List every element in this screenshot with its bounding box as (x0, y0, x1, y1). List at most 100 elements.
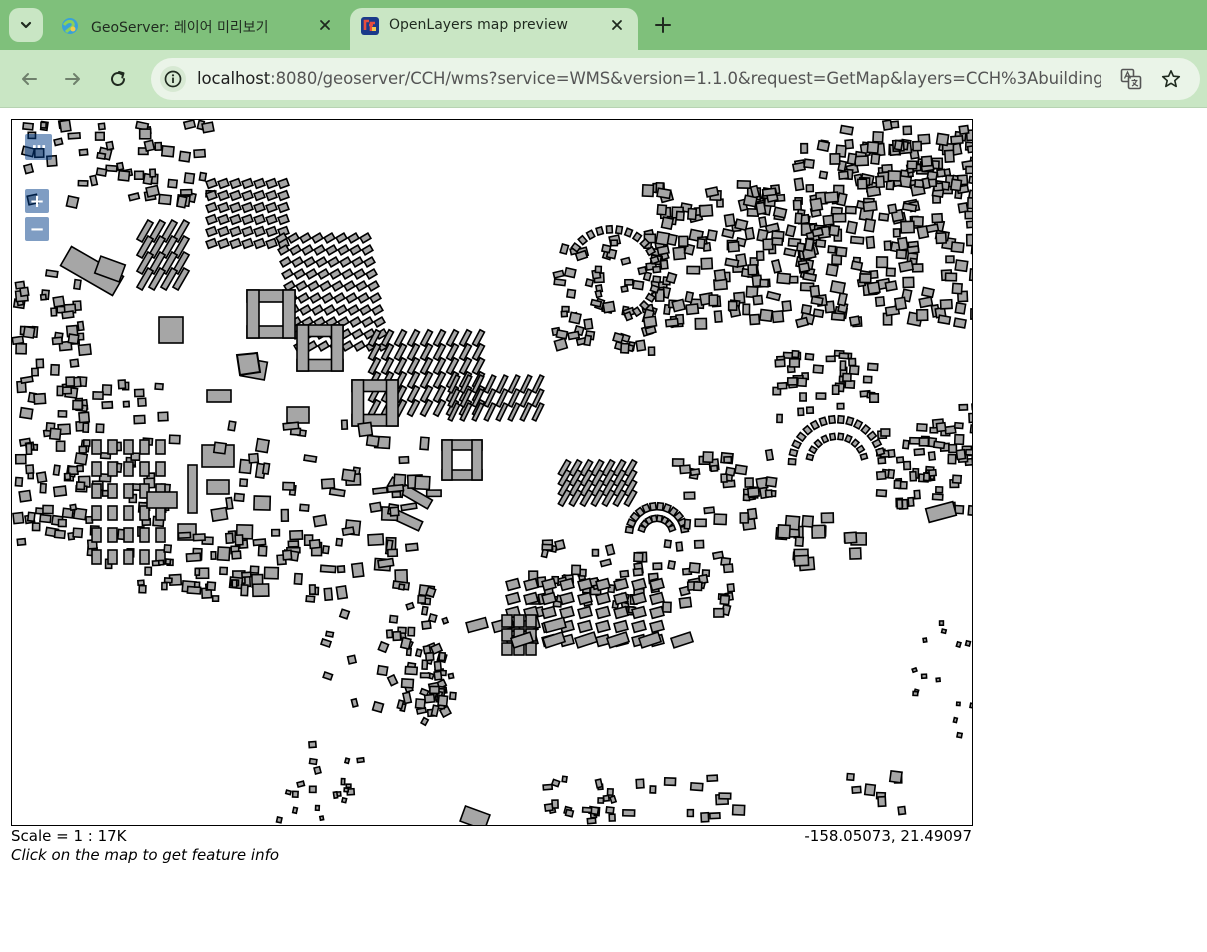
building-footprint (706, 229, 718, 242)
building-footprint (776, 413, 783, 424)
building-footprint (813, 438, 824, 449)
building-footprint (309, 292, 322, 304)
building-footprint (762, 238, 774, 251)
building-footprint (949, 178, 963, 192)
building-footprint (856, 178, 868, 190)
building-footprint (414, 648, 423, 658)
building-footprint (568, 311, 582, 325)
building-footprint (419, 672, 431, 679)
reload-button[interactable] (103, 64, 133, 94)
back-button[interactable] (14, 64, 44, 94)
building-footprint (613, 577, 629, 592)
building-footprint (599, 558, 613, 568)
building-footprint (875, 256, 889, 269)
building-footprint (133, 414, 146, 425)
building-footprint (91, 549, 102, 565)
building-footprint (146, 491, 178, 509)
building-footprint (913, 447, 926, 457)
site-info-button[interactable] (160, 66, 186, 92)
building-footprint (755, 201, 767, 216)
building-footprint (397, 583, 406, 591)
building-footprint (69, 503, 78, 512)
layer-switcher-toggle-button[interactable]: ··· (25, 134, 52, 160)
building-footprint (966, 144, 972, 154)
building-footprint (837, 170, 850, 180)
plus-icon (655, 17, 671, 33)
building-footprint (201, 121, 215, 134)
building-footprint (542, 783, 554, 791)
tab-openlayers-preview[interactable]: OpenLayers map preview (350, 8, 638, 50)
building-footprint (400, 502, 418, 512)
building-footprint (419, 370, 434, 390)
building-footprint (739, 512, 750, 524)
building-footprint (866, 430, 878, 442)
zoom-in-button[interactable]: + (25, 189, 49, 213)
building-footprint (791, 161, 807, 173)
building-footprint (19, 286, 30, 298)
building-footprint (943, 149, 955, 163)
building-footprint (296, 324, 310, 372)
building-footprint (253, 225, 266, 238)
building-footprint (343, 787, 350, 793)
building-footprint (683, 518, 692, 530)
building-footprint (73, 278, 82, 291)
building-footprint (652, 265, 662, 274)
building-footprint (845, 220, 858, 235)
building-footprint (179, 188, 193, 196)
building-footprint (605, 631, 631, 649)
building-footprint (971, 446, 972, 459)
building-footprint (421, 659, 429, 671)
building-footprint (501, 642, 513, 656)
building-footprint (765, 476, 778, 488)
zoom-out-button[interactable]: − (25, 217, 49, 241)
bookmark-button[interactable] (1159, 67, 1183, 91)
building-footprint (465, 616, 489, 634)
building-footprint (229, 213, 242, 226)
building-footprint (445, 342, 460, 362)
building-footprint (160, 145, 175, 158)
building-footprint (133, 388, 145, 398)
building-footprint (731, 804, 746, 816)
building-footprint (241, 201, 254, 214)
building-footprint (965, 219, 972, 229)
translate-button[interactable] (1119, 67, 1143, 91)
building-footprint (154, 141, 163, 152)
building-footprint (874, 296, 886, 307)
building-footprint (239, 478, 249, 488)
building-footprint (265, 189, 278, 202)
map-viewport[interactable]: ··· + − (11, 119, 973, 826)
building-footprint (928, 468, 937, 477)
building-footprint (163, 543, 173, 554)
tab-geoserver[interactable]: GeoServer: 레이어 미리보기 (52, 8, 346, 50)
building-footprint (74, 452, 89, 466)
close-tab-button[interactable] (314, 14, 336, 36)
building-footprint (850, 260, 864, 272)
building-footprint (921, 177, 931, 190)
building-footprints-layer[interactable] (12, 120, 973, 826)
building-footprint (796, 377, 808, 388)
building-footprint (353, 340, 366, 352)
building-footprint (229, 237, 242, 250)
building-footprint (346, 654, 358, 665)
building-footprint (619, 342, 630, 354)
building-footprint (101, 400, 114, 410)
building-footprint (35, 471, 48, 484)
building-footprint (123, 549, 134, 565)
building-footprint (883, 240, 892, 251)
address-bar[interactable]: localhost:8080/geoserver/CCH/wms?service… (151, 58, 1200, 100)
building-footprint (296, 780, 306, 789)
building-footprint (573, 631, 599, 649)
building-footprint (297, 292, 310, 304)
building-footprint (811, 524, 826, 539)
tab-search-button[interactable] (9, 8, 43, 42)
new-tab-button[interactable] (650, 12, 676, 38)
building-footprint (803, 158, 815, 169)
building-footprint (406, 384, 421, 404)
building-footprint (419, 398, 434, 418)
close-tab-button[interactable] (606, 14, 628, 36)
building-footprint (649, 284, 660, 294)
building-footprint (675, 210, 685, 222)
forward-button[interactable] (58, 64, 88, 94)
building-footprint (726, 583, 736, 593)
building-footprint (686, 265, 701, 275)
